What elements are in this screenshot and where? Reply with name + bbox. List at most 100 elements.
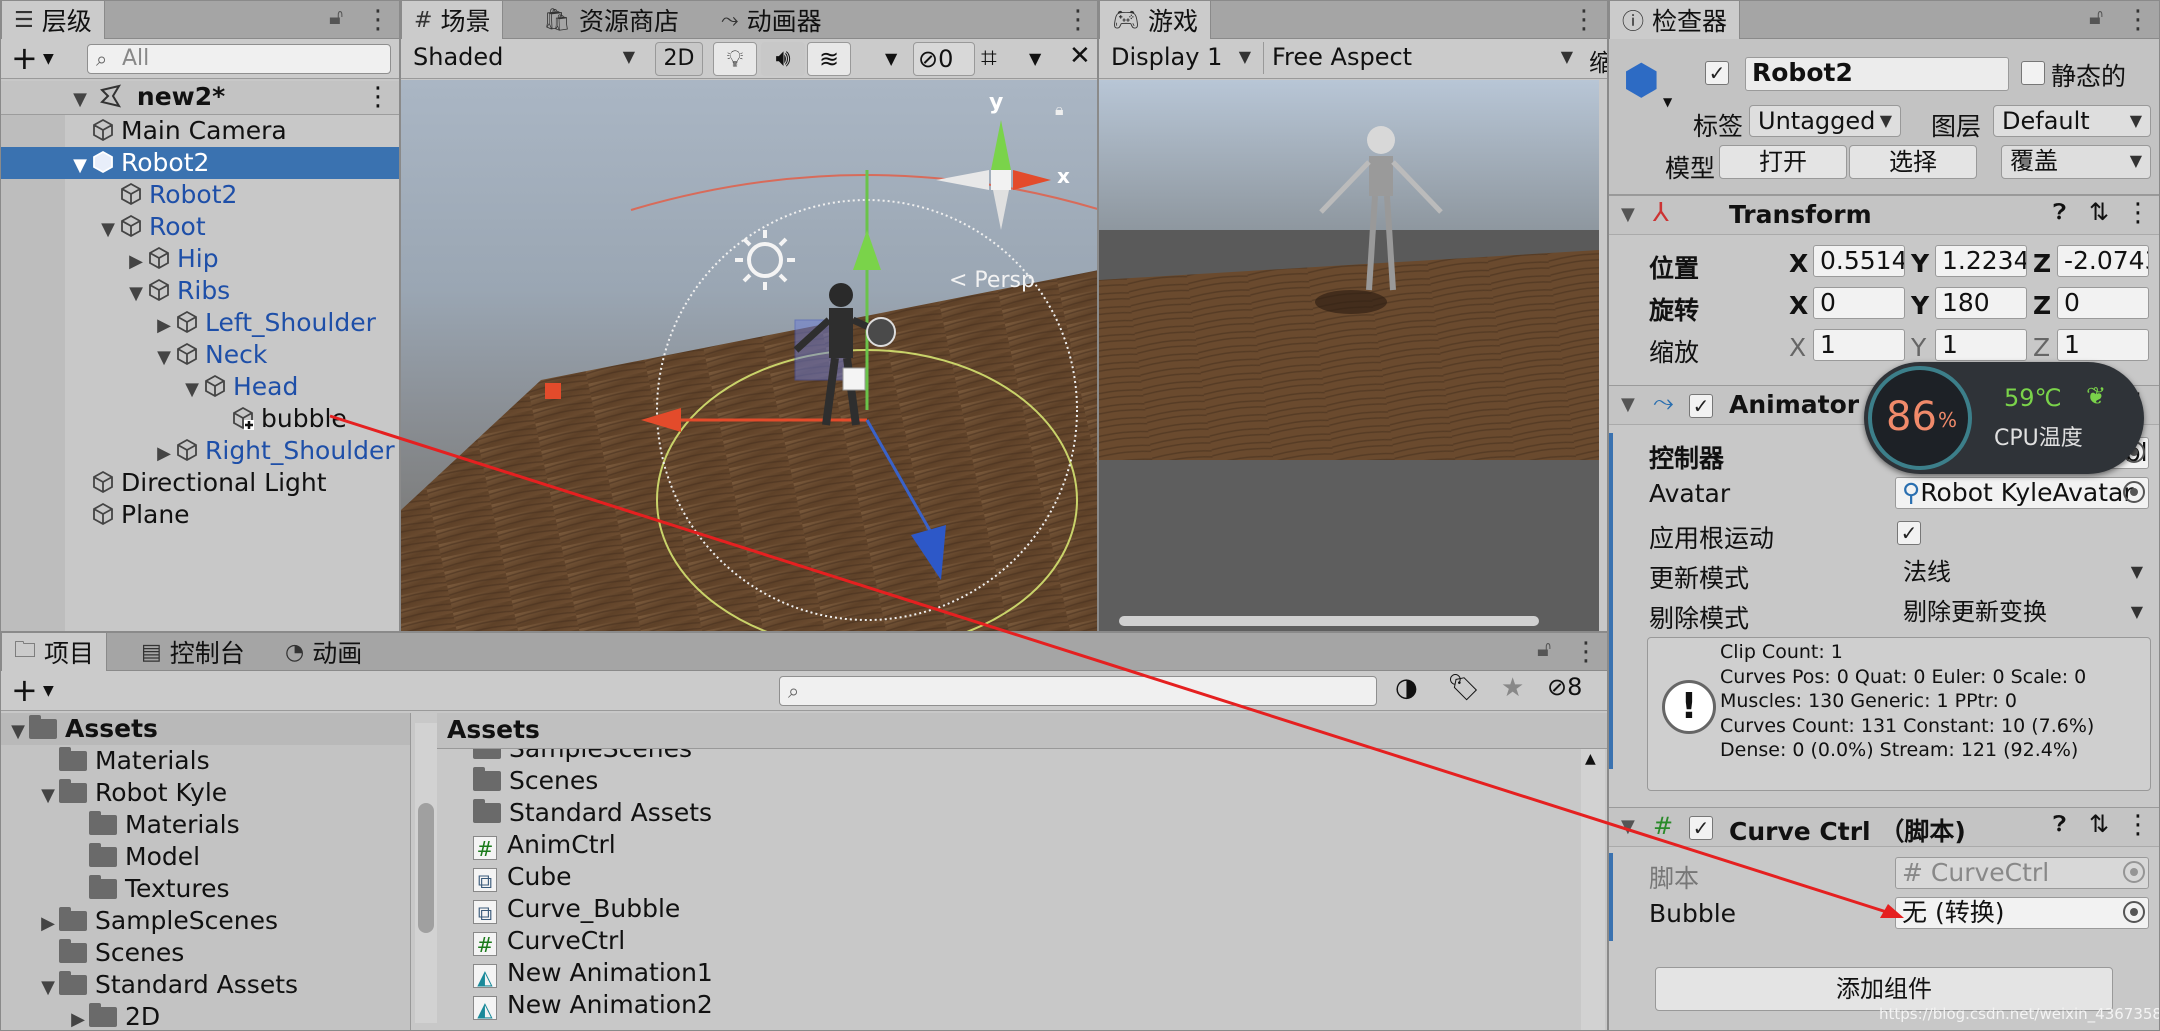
chevron-down-icon[interactable]: ▼ [43, 39, 54, 79]
project-folder-item[interactable]: ▼ Robot Kyle [1, 777, 410, 809]
expand-arrow-icon[interactable]: ▼ [181, 374, 203, 406]
tab-inspector[interactable]: ⓘ 检查器 [1609, 1, 1741, 39]
grid-snap-icon[interactable]: ⌗ [981, 41, 997, 75]
transform-position-field[interactable]: 1.2234 [1935, 245, 2027, 277]
project-search-input[interactable]: ⌕ [779, 676, 1377, 706]
project-folder-item[interactable]: Textures [1, 873, 410, 905]
hierarchy-item[interactable]: ▶ Right_Shoulder [1, 435, 399, 467]
more-options-icon[interactable]: ⋮ [365, 5, 391, 35]
tab-animation[interactable]: ◔ 动画 [273, 633, 374, 671]
favorites-icon[interactable]: ★ [1501, 673, 1524, 703]
inspector-lock-icon[interactable]: 🔓︎ [2089, 5, 2103, 30]
hierarchy-item[interactable]: bubble [1, 403, 399, 435]
project-file-item[interactable]: Scenes [437, 765, 1577, 797]
tab-animator[interactable]: ⤳ 动画器 [709, 1, 834, 39]
hidden-objects-toggle[interactable]: ⊘0 [913, 42, 975, 76]
select-model-button[interactable]: 选择 [1849, 145, 1977, 179]
axis-label[interactable]: Y [1911, 291, 1929, 320]
tab-hierarchy[interactable]: ☰ 层级 [1, 1, 105, 39]
transform-scale-field[interactable]: 1 [1935, 329, 2027, 361]
expand-arrow-icon[interactable]: ▼ [37, 972, 59, 1004]
axis-label[interactable]: X [1789, 291, 1808, 320]
perspective-label[interactable]: < Persp [949, 268, 1035, 293]
transform-scale-field[interactable]: 1 [1813, 329, 1905, 361]
display-dropdown[interactable]: Display 1 ▼ [1103, 42, 1259, 74]
project-folder-item[interactable]: Scenes [1, 937, 410, 969]
hierarchy-item[interactable]: ▼ Robot2 [1, 147, 399, 179]
project-lock-icon[interactable]: 🔓︎ [1537, 637, 1551, 662]
orientation-gizmo[interactable] [936, 120, 1051, 230]
component-more-icon[interactable]: ⋮ [2125, 810, 2151, 840]
transform-position-field[interactable]: -2.0743 [2057, 245, 2149, 277]
hierarchy-item[interactable]: Robot2 [1, 179, 399, 211]
curve-ctrl-enabled-checkbox[interactable]: ✓ [1689, 816, 1713, 840]
tab-console[interactable]: ▤ 控制台 [129, 633, 257, 671]
help-icon[interactable]: ❓︎ [2053, 812, 2066, 837]
scene-more-icon[interactable]: ⋮ [365, 81, 391, 113]
axis-label[interactable]: X [1789, 333, 1806, 362]
hierarchy-item[interactable]: ▼ Root [1, 211, 399, 243]
aspect-dropdown[interactable]: Free Aspect ▼ [1263, 42, 1581, 74]
effects-toggle-button[interactable]: ≋ [807, 42, 851, 76]
open-model-button[interactable]: 打开 [1719, 145, 1847, 179]
expand-arrow-icon[interactable]: ▼ [69, 150, 91, 182]
project-files-scrollbar[interactable]: ▲ [1581, 749, 1605, 1030]
component-more-icon[interactable]: ⋮ [2125, 198, 2151, 228]
project-file-item[interactable]: ⧉ Cube [437, 861, 1577, 893]
curve-ctrl-header[interactable]: ▼ # ✓ Curve Ctrl （脚本) ❓︎ ⇅ ⋮ [1609, 807, 2159, 847]
icon-chevron-icon[interactable]: ▼ [1663, 95, 1672, 109]
game-toolbar-overflow[interactable]: 缩 [1589, 43, 1607, 78]
gizmo-lock-icon[interactable]: 🔒︎ [1055, 100, 1064, 120]
project-folder-item[interactable]: Materials [1, 745, 410, 777]
bubble-field[interactable]: 无 (转换) [1895, 897, 2149, 929]
project-file-item[interactable]: # CurveCtrl [437, 925, 1577, 957]
hierarchy-item[interactable]: ▼ Ribs [1, 275, 399, 307]
project-folder-item[interactable]: ▶ 2D [1, 1001, 410, 1030]
hierarchy-item[interactable]: ▶ Hip [1, 243, 399, 275]
override-dropdown[interactable]: 覆盖 ▼ [2001, 145, 2151, 179]
tab-scene[interactable]: # 场景 [401, 1, 504, 39]
lock-icon[interactable]: 🔓︎ [329, 5, 343, 30]
expand-arrow-icon[interactable]: ▼ [7, 716, 29, 748]
project-file-item[interactable]: ◭ New Animation1 [437, 957, 1577, 989]
hierarchy-item[interactable]: Directional Light [1, 467, 399, 499]
transform-rotation-field[interactable]: 0 [2057, 287, 2149, 319]
tools-icon[interactable]: ✕ [1069, 41, 1091, 71]
tag-dropdown[interactable]: Untagged ▼ [1749, 105, 1901, 137]
game-viewport[interactable] [1099, 80, 1599, 631]
project-file-item[interactable]: ⧉ Curve_Bubble [437, 893, 1577, 925]
root-motion-checkbox[interactable]: ✓ [1897, 521, 1921, 545]
create-icon[interactable]: + [11, 671, 38, 709]
expand-arrow-icon[interactable]: ▶ [125, 246, 147, 278]
fold-arrow-icon[interactable]: ▼ [1621, 204, 1635, 225]
fold-arrow-icon[interactable]: ▼ [1621, 394, 1635, 415]
expand-arrow-icon[interactable]: ▼ [97, 214, 119, 246]
axis-label[interactable]: Y [1911, 333, 1926, 362]
audio-toggle-button[interactable]: 🔊︎ [761, 42, 805, 76]
project-folder-item[interactable]: Model [1, 841, 410, 873]
scene-viewport[interactable]: y x 🔒︎ < Persp [401, 80, 1097, 631]
tab-game[interactable]: 🎮︎ 游戏 [1099, 1, 1211, 39]
shading-mode-dropdown[interactable]: Shaded ▼ [405, 42, 643, 74]
assets-breadcrumb[interactable]: Assets [447, 715, 540, 744]
hierarchy-item[interactable]: ▼ Head [1, 371, 399, 403]
update-mode-dropdown[interactable]: 法线 ▼ [1895, 557, 2151, 589]
project-file-item[interactable]: SampleScenes [437, 749, 1577, 765]
project-file-item[interactable]: ◭ New Animation2 [437, 989, 1577, 1021]
hierarchy-item[interactable]: Plane [1, 499, 399, 531]
expand-arrow-icon[interactable]: ▼ [69, 84, 91, 116]
culling-mode-dropdown[interactable]: 剔除更新变换 ▼ [1895, 597, 2151, 629]
hierarchy-item[interactable]: ▶ Left_Shoulder [1, 307, 399, 339]
transform-scale-field[interactable]: 1 [2057, 329, 2149, 361]
transform-rotation-field[interactable]: 0 [1813, 287, 1905, 319]
game-more-options-icon[interactable]: ⋮ [1571, 5, 1597, 35]
transform-position-field[interactable]: 0.5514 [1813, 245, 1905, 277]
project-file-item[interactable]: # AnimCtrl [437, 829, 1577, 861]
tab-project[interactable]: 🗀︎ 项目 [1, 633, 108, 671]
scene-more-options-icon[interactable]: ⋮ [1065, 5, 1091, 35]
filter-by-type-icon[interactable]: ◑ [1395, 673, 1418, 703]
static-checkbox[interactable] [2021, 61, 2045, 85]
hidden-packages-toggle[interactable]: ⊘8 [1547, 673, 1582, 701]
project-tree-scrollbar[interactable] [415, 723, 437, 1023]
add-icon[interactable]: + [11, 39, 38, 77]
